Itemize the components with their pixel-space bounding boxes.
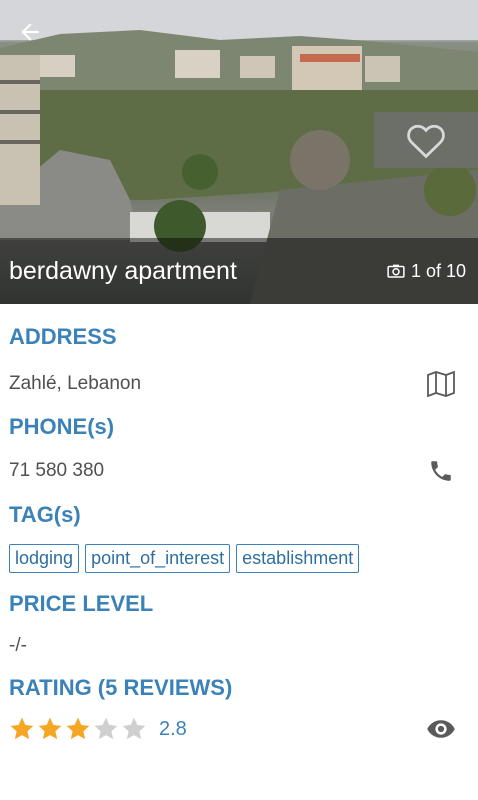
tag-lodging[interactable]: lodging — [9, 544, 80, 573]
arrow-left-icon — [21, 23, 39, 41]
star-empty-icon — [94, 717, 118, 740]
address-row: Zahlé, Lebanon — [0, 354, 478, 414]
price-row: -/- — [0, 617, 478, 675]
rating-heading: RATING (5 REVIEWS) — [9, 675, 233, 700]
phone-row: 71 580 380 — [0, 440, 478, 502]
camera-icon — [387, 264, 405, 278]
photo-counter-text: 1 of 10 — [410, 260, 466, 281]
map-button[interactable] — [424, 367, 458, 401]
call-button[interactable] — [424, 454, 458, 488]
place-title: berdawny apartment — [9, 256, 237, 285]
star-filled-icon — [38, 717, 62, 740]
rating-value: 2.8 — [159, 717, 187, 740]
map-icon — [427, 371, 455, 397]
address-value: Zahlé, Lebanon — [9, 373, 142, 394]
eye-icon — [427, 720, 455, 738]
tag-point-of-interest[interactable]: point_of_interest — [85, 544, 231, 573]
photo-counter[interactable]: 1 of 10 — [387, 261, 466, 282]
rating-row: 2.8 — [0, 701, 478, 757]
star-filled-icon — [66, 717, 90, 740]
tag-establishment[interactable]: establishment — [236, 544, 360, 573]
price-level-heading: PRICE LEVEL — [9, 591, 154, 616]
back-button[interactable] — [12, 14, 48, 50]
phone-heading: PHONE(s) — [9, 414, 115, 439]
phone-icon — [431, 461, 451, 481]
tags-heading: TAG(s) — [9, 502, 81, 527]
heart-icon — [407, 124, 445, 159]
tag-list: lodging point_of_interest establishment — [0, 544, 478, 573]
address-heading: ADDRESS — [9, 324, 117, 349]
photo-header: berdawny apartment 1 of 10 — [0, 0, 478, 304]
favorite-button[interactable] — [374, 112, 478, 168]
rating-display: 2.8 — [9, 716, 187, 742]
price-level-value: -/- — [9, 635, 27, 656]
view-reviews-button[interactable] — [424, 712, 458, 746]
photo-caption-bar: berdawny apartment 1 of 10 — [0, 238, 478, 304]
details-section: ADDRESS Zahlé, Lebanon PHONE(s) 71 580 3… — [0, 304, 478, 757]
star-filled-icon — [10, 717, 34, 740]
star-rating — [9, 716, 147, 742]
star-empty-icon — [122, 717, 146, 740]
phone-value: 71 580 380 — [9, 460, 105, 481]
